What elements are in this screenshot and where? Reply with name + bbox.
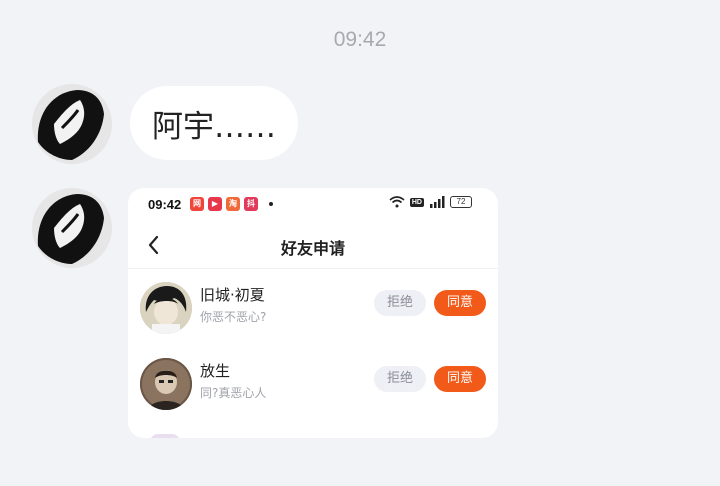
accept-button[interactable]: 同意 <box>434 366 486 392</box>
accept-button[interactable]: 同意 <box>434 290 486 316</box>
reject-button[interactable]: 拒绝 <box>374 290 426 316</box>
request-name: 放生 <box>200 362 231 380</box>
sender-avatar[interactable] <box>32 188 112 268</box>
app-icon: 淘 <box>226 197 240 211</box>
page-title: 好友申请 <box>280 239 345 258</box>
request-message: 你恶不恶心? <box>200 310 267 324</box>
chat-timestamp: 09:42 <box>333 28 387 51</box>
notification-dot <box>269 202 273 206</box>
text-message-bubble[interactable]: 阿宇…… <box>130 86 298 160</box>
battery-icon: 72 <box>450 196 472 208</box>
request-message: 同?真恶心人 <box>200 386 267 400</box>
app-icon: 抖 <box>244 197 258 211</box>
app-icon: 网 <box>190 197 204 211</box>
hd-icon: HD <box>409 197 424 207</box>
friend-request-row[interactable]: 放生 同?真恶心人 拒绝 同意 <box>128 350 498 420</box>
navigation-bar: 好友申请 <box>128 222 498 268</box>
wifi-icon <box>389 196 405 208</box>
status-bar: 09:42 网 ▶ 淘 抖 HD 72 <box>128 188 498 222</box>
request-name: 旧城·初夏 <box>200 286 265 304</box>
reject-button[interactable]: 拒绝 <box>374 366 426 392</box>
sender-avatar[interactable] <box>32 84 112 164</box>
friend-avatar[interactable] <box>140 358 192 410</box>
friend-avatar[interactable] <box>140 282 192 334</box>
signal-icon <box>430 196 445 208</box>
next-avatar-partial <box>150 434 180 438</box>
friend-request-row[interactable]: 旧城·初夏 你恶不恶心? 拒绝 同意 <box>128 274 498 344</box>
screenshot-image-message[interactable]: 09:42 网 ▶ 淘 抖 HD 72 好友申请 旧城·初夏 你恶不恶心? 拒绝… <box>128 188 498 438</box>
divider <box>128 268 498 269</box>
message-text: 阿宇…… <box>152 108 276 145</box>
status-time: 09:42 <box>148 197 182 212</box>
app-icon: ▶ <box>208 197 222 211</box>
